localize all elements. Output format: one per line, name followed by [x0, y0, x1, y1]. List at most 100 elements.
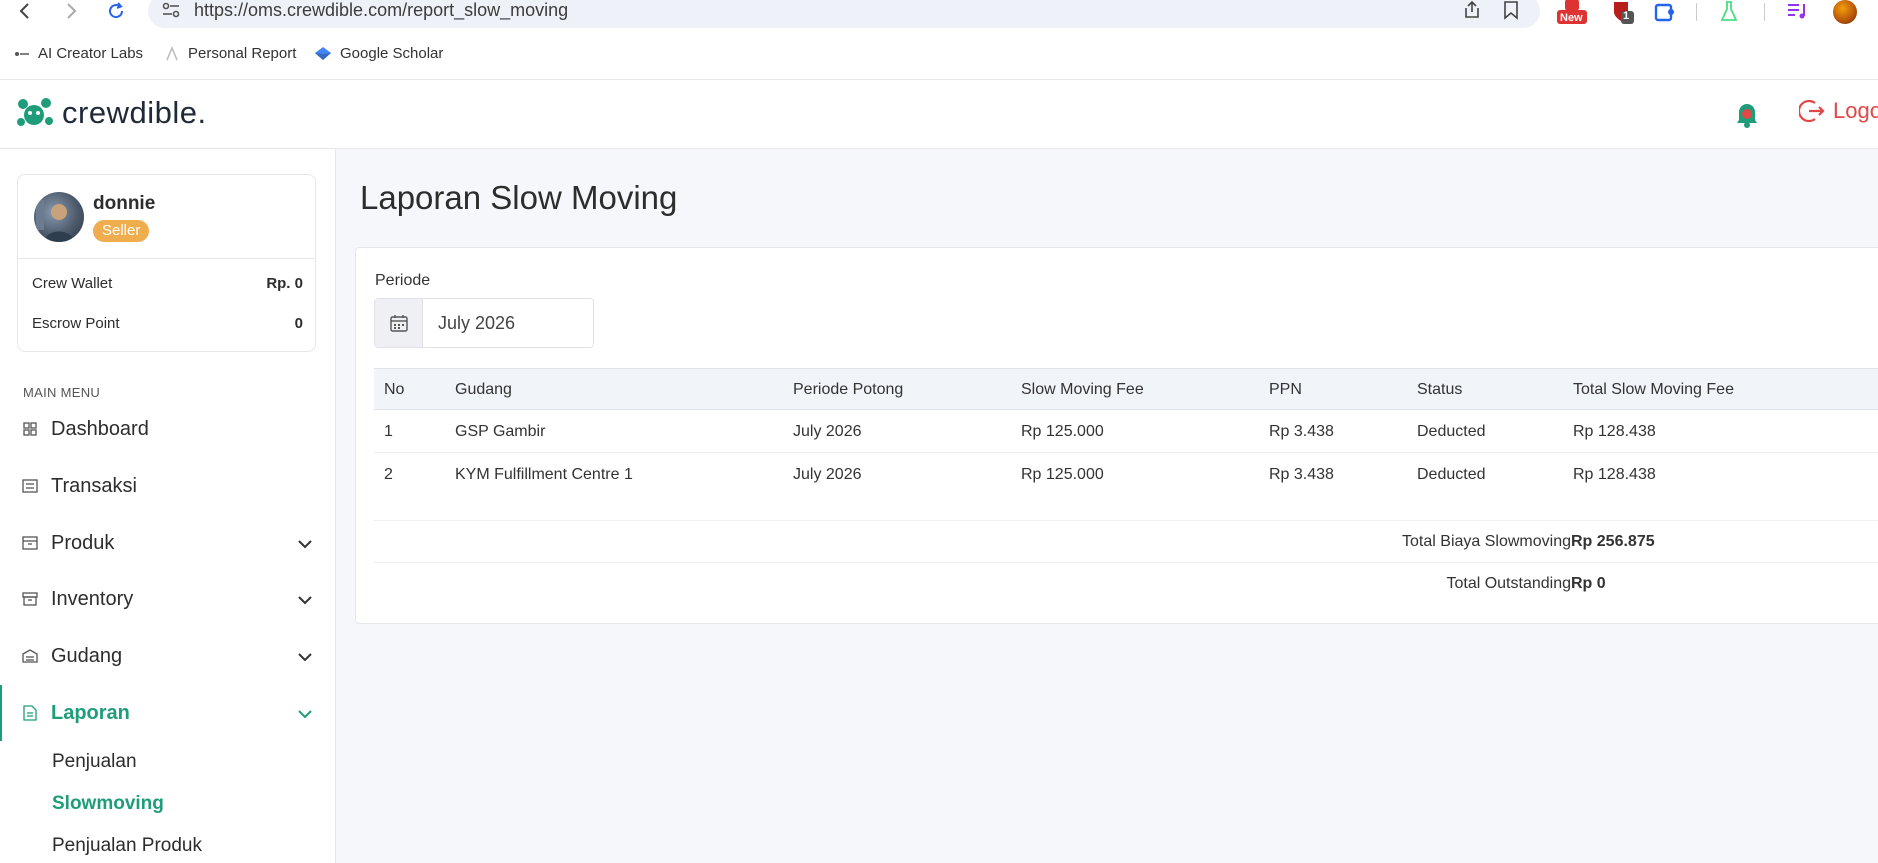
bookmark-google-scholar[interactable]: Google Scholar	[314, 45, 443, 62]
notification-bell-icon[interactable]	[1735, 100, 1759, 133]
sidebar-item-label: Produk	[51, 531, 115, 554]
column-header-total-slow-moving-fee: Total Slow Moving Fee	[1573, 381, 1734, 398]
column-header-status: Status	[1417, 381, 1463, 398]
crew-wallet-label: Crew Wallet	[32, 275, 113, 292]
document-icon	[22, 705, 38, 721]
sidebar-item-inventory[interactable]: Inventory	[0, 577, 336, 621]
sidebar-item-label: Inventory	[51, 587, 134, 610]
table-cell-no: 2	[384, 466, 393, 483]
address-bar[interactable]: https://oms.crewdible.com/report_slow_mo…	[148, 0, 1540, 28]
profile-card: donnie Seller Crew Wallet Rp. 0 Escrow P…	[17, 174, 316, 352]
sidebar-subitem-slowmoving[interactable]: Slowmoving	[52, 793, 164, 815]
sidebar-item-laporan[interactable]: Laporan	[0, 685, 336, 741]
extension-flask-icon[interactable]	[1718, 0, 1740, 24]
logout-button[interactable]: Logo	[1799, 98, 1878, 124]
site-info-icon[interactable]	[162, 2, 180, 23]
total-biaya-label: Total Biaya Slowmoving	[1402, 533, 1571, 550]
bookmark-personal-report[interactable]: Personal Report	[164, 45, 296, 62]
username: donnie	[93, 193, 156, 214]
bookmark-ai-creator-labs[interactable]: AI Creator Labs	[14, 45, 143, 62]
extension-puzzle-icon[interactable]	[1652, 0, 1676, 24]
table-row: 1 GSP Gambir July 2026 Rp 125.000 Rp 3.4…	[374, 410, 1878, 453]
sidebar-item-label: Gudang	[51, 644, 123, 667]
sidebar-item-produk[interactable]: Produk	[0, 521, 336, 565]
periode-date-picker[interactable]: July 2026	[374, 298, 594, 348]
table-cell-ppn: Rp 3.438	[1269, 466, 1334, 483]
summary-row-total-biaya: Total Biaya Slowmoving Rp 256.875	[374, 520, 1878, 562]
personal-report-icon	[166, 45, 178, 60]
extension-new-icon[interactable]: New	[1556, 0, 1588, 24]
table-header: No Gudang Periode Potong Slow Moving Fee…	[374, 368, 1878, 410]
column-header-no: No	[384, 381, 405, 398]
chevron-down-icon[interactable]	[297, 649, 313, 667]
table-cell-no: 1	[384, 423, 393, 440]
periode-label: Periode	[375, 272, 431, 289]
main-menu-title: MAIN MENU	[23, 385, 101, 400]
column-header-ppn: PPN	[1269, 381, 1302, 398]
table-cell-fee: Rp 125.000	[1021, 423, 1104, 440]
summary-row-total-outstanding: Total Outstanding Rp 0	[374, 562, 1878, 604]
bookmark-star-icon[interactable]	[1502, 0, 1520, 25]
crew-wallet-value: Rp. 0	[266, 275, 303, 292]
crewdible-logo-icon	[17, 98, 53, 126]
bookmarks-bar: AI Creator Labs Personal Report Google S…	[0, 38, 1878, 68]
warehouse-icon	[22, 648, 38, 664]
sidebar-item-label: Dashboard	[51, 417, 149, 440]
back-icon[interactable]	[12, 0, 38, 22]
logout-icon	[1799, 99, 1825, 123]
total-outstanding-value: Rp 0	[1571, 575, 1606, 592]
sidebar-item-label: Laporan	[51, 701, 130, 724]
column-header-slow-moving-fee: Slow Moving Fee	[1021, 381, 1144, 398]
page-title: Laporan Slow Moving	[360, 179, 678, 216]
column-header-gudang: Gudang	[455, 381, 512, 398]
total-biaya-value: Rp 256.875	[1571, 533, 1655, 550]
google-scholar-icon	[315, 46, 331, 60]
table-cell-periode: July 2026	[793, 423, 862, 440]
table-cell-total: Rp 128.438	[1573, 466, 1656, 483]
sidebar-subitem-penjualan[interactable]: Penjualan	[52, 751, 137, 773]
sidebar-item-transaksi[interactable]: Transaksi	[0, 464, 336, 508]
table-cell-total: Rp 128.438	[1573, 423, 1656, 440]
escrow-point-row: Escrow Point 0	[32, 315, 303, 332]
brand-logo[interactable]: crewdible.	[16, 95, 207, 131]
profile-header: donnie Seller	[18, 175, 315, 259]
avatar[interactable]	[34, 192, 84, 242]
periode-value[interactable]: July 2026	[438, 313, 515, 334]
table-cell-periode: July 2026	[793, 466, 862, 483]
report-card: Periode July 2026 No Gudang Periode Poto…	[355, 247, 1878, 624]
sidebar-item-label: Transaksi	[51, 474, 137, 497]
chevron-down-icon[interactable]	[297, 706, 313, 724]
sidebar-item-dashboard[interactable]: Dashboard	[0, 407, 336, 451]
forward-icon[interactable]	[58, 0, 84, 22]
role-badge: Seller	[93, 220, 150, 242]
escrow-point-label: Escrow Point	[32, 315, 120, 332]
sidebar-subitem-penjualan-produk[interactable]: Penjualan Produk	[52, 835, 202, 857]
crew-wallet-row: Crew Wallet Rp. 0	[32, 275, 303, 292]
escrow-point-value: 0	[294, 315, 303, 332]
sidebar-item-gudang[interactable]: Gudang	[0, 634, 336, 678]
reload-icon[interactable]	[103, 0, 129, 22]
extension-music-icon[interactable]	[1785, 0, 1811, 24]
table-cell-status: Deducted	[1417, 466, 1486, 483]
table-cell-gudang: GSP Gambir	[455, 423, 546, 440]
main-content: Laporan Slow Moving Periode July 2026 No…	[336, 149, 1878, 863]
table-cell-gudang: KYM Fulfillment Centre 1	[455, 466, 633, 483]
brand-name: crewdible.	[62, 95, 207, 130]
box-icon	[22, 535, 38, 551]
share-icon[interactable]	[1462, 0, 1482, 25]
table-cell-status: Deducted	[1417, 423, 1486, 440]
ai-creator-labs-icon	[15, 51, 29, 56]
toolbar-divider	[1694, 0, 1698, 24]
grid-icon	[22, 421, 38, 437]
url-text[interactable]: https://oms.crewdible.com/report_slow_mo…	[194, 0, 568, 21]
table-cell-ppn: Rp 3.438	[1269, 423, 1334, 440]
receipt-icon	[22, 478, 38, 494]
logout-label: Logo	[1833, 98, 1878, 123]
chevron-down-icon[interactable]	[297, 536, 313, 554]
calendar-icon[interactable]	[375, 299, 423, 347]
column-header-periode-potong: Periode Potong	[793, 381, 904, 398]
profile-avatar-icon[interactable]	[1832, 0, 1858, 24]
table-row: 2 KYM Fulfillment Centre 1 July 2026 Rp …	[374, 453, 1878, 496]
extension-shield-icon[interactable]: 1	[1608, 0, 1636, 24]
chevron-down-icon[interactable]	[297, 592, 313, 610]
